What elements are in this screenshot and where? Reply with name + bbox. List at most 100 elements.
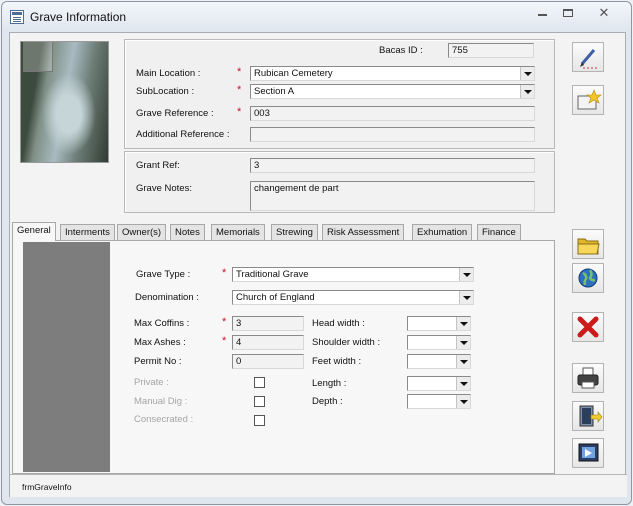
form-content: Bacas ID : 755 Main Location : * Rubican… [9,32,627,498]
sublocation-value: Section A [254,86,295,97]
grave-photo[interactable] [20,41,109,163]
grave-notes-textarea[interactable]: changement de part [250,181,535,211]
minimize-button[interactable] [529,5,555,23]
grant-notes-section: Grant Ref: 3 Grave Notes: changement de … [124,151,555,213]
chevron-down-icon[interactable] [456,377,470,390]
required-marker: * [237,66,242,78]
delete-button[interactable] [572,312,604,342]
exit-door-icon [579,405,603,427]
manual-dig-checkbox[interactable] [254,396,265,407]
sublocation-select[interactable]: Section A [250,84,535,99]
exit-button[interactable] [572,401,604,431]
length-select[interactable] [407,376,471,391]
additional-reference-input[interactable] [250,127,535,142]
window-title: Grave Information [30,10,127,24]
new-record-button[interactable] [572,85,604,115]
chevron-down-icon[interactable] [520,85,534,98]
denomination-value: Church of England [236,292,315,303]
depth-select[interactable] [407,394,471,409]
action-toolbar [564,33,624,498]
additional-reference-label: Additional Reference : [136,129,230,140]
manual-dig-label: Manual Dig : [134,396,188,407]
globe-icon [578,268,598,288]
tab-strewing[interactable]: Strewing [271,224,318,241]
delete-x-icon [577,316,599,338]
bacas-id-field: 755 [448,43,534,58]
chevron-down-icon[interactable] [456,317,470,330]
max-coffins-label: Max Coffins : [134,318,190,329]
print-button[interactable] [572,363,604,393]
tab-general[interactable]: General [12,222,56,241]
max-coffins-input[interactable]: 3 [232,316,304,331]
grave-type-label: Grave Type : [136,269,191,280]
head-width-label: Head width : [312,318,365,329]
grave-information-window: Grave Information ✕ Bacas ID : 755 Main … [1,1,632,505]
private-label: Private : [134,377,169,388]
tab-owners[interactable]: Owner(s) [117,224,167,241]
close-icon: ✕ [598,5,610,20]
form-name-status: frmGraveInfo [22,482,72,492]
close-form-button[interactable] [572,438,604,468]
required-marker: * [237,84,242,96]
grave-notes-label: Grave Notes: [136,183,192,194]
general-side-panel [23,242,110,472]
feet-width-label: Feet width : [312,356,362,367]
maximize-icon [563,9,573,17]
bacas-id-label: Bacas ID : [379,45,423,56]
required-marker: * [222,267,227,279]
chevron-down-icon[interactable] [456,355,470,368]
location-section: Bacas ID : 755 Main Location : * Rubican… [124,39,555,149]
new-record-star-icon [577,89,602,110]
main-location-value: Rubican Cemetery [254,68,333,79]
shoulder-width-label: Shoulder width : [312,337,381,348]
open-folder-icon [577,238,600,255]
main-location-select[interactable]: Rubican Cemetery [250,66,535,81]
depth-label: Depth : [312,396,343,407]
required-marker: * [222,316,227,328]
shoulder-width-select[interactable] [407,335,471,350]
maximize-button[interactable] [555,5,581,23]
grant-ref-input[interactable]: 3 [250,158,535,173]
globe-button[interactable] [572,263,604,293]
status-bar: frmGraveInfo [10,474,627,497]
chevron-down-icon[interactable] [520,67,534,80]
sublocation-label: SubLocation : [136,86,195,97]
consecrated-checkbox[interactable] [254,415,265,426]
head-width-select[interactable] [407,316,471,331]
close-button[interactable]: ✕ [589,5,619,23]
chevron-down-icon[interactable] [456,336,470,349]
length-label: Length : [312,378,347,389]
photo-frame-corner [23,42,53,72]
close-form-icon [578,443,599,462]
title-bar: Grave Information ✕ [2,2,631,32]
feet-width-select[interactable] [407,354,471,369]
main-location-label: Main Location : [136,68,201,79]
tab-finance[interactable]: Finance [477,224,521,241]
denomination-label: Denomination : [135,292,199,303]
max-ashes-input[interactable]: 4 [232,335,304,350]
tab-memorials[interactable]: Memorials [211,224,265,241]
minimize-icon [537,14,547,16]
private-checkbox[interactable] [254,377,265,388]
tab-risk-assessment[interactable]: Risk Assessment [322,224,405,241]
grave-reference-input[interactable]: 003 [250,106,535,121]
consecrated-label: Consecrated : [134,414,194,425]
denomination-select[interactable]: Church of England [232,290,474,305]
tab-strip: General Interments Owner(s) Notes Memori… [10,222,556,241]
edit-button[interactable] [572,42,604,72]
open-folder-button[interactable] [572,229,604,259]
required-marker: * [237,106,242,118]
tab-notes[interactable]: Notes [170,224,205,241]
form-app-icon [10,10,24,24]
grave-type-select[interactable]: Traditional Grave [232,267,474,282]
chevron-down-icon[interactable] [456,395,470,408]
permit-no-input[interactable]: 0 [232,354,304,369]
grave-reference-label: Grave Reference : [136,108,214,119]
max-ashes-label: Max Ashes : [134,337,186,348]
chevron-down-icon[interactable] [459,291,473,304]
permit-no-label: Permit No : [134,356,182,367]
chevron-down-icon[interactable] [459,268,473,281]
tab-exhumation[interactable]: Exhumation [412,224,473,241]
tab-interments[interactable]: Interments [60,224,115,241]
edit-pencil-icon [580,49,597,69]
